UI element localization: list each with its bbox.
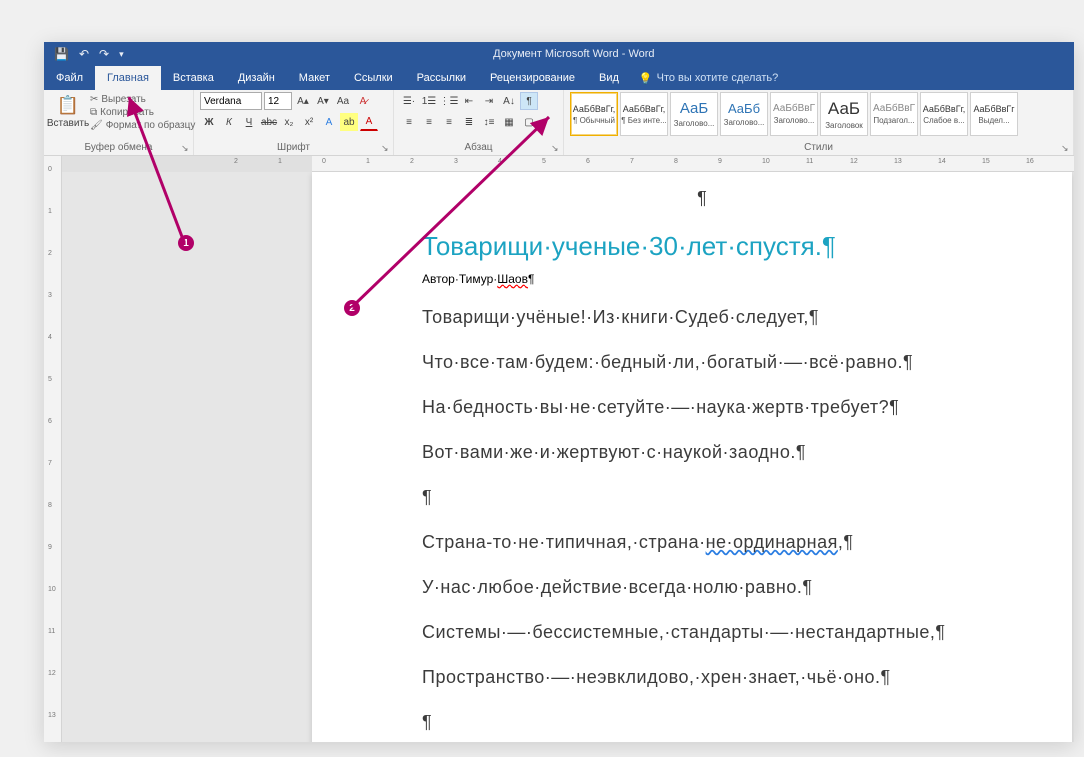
font-size-input[interactable] (264, 92, 292, 110)
align-center-button[interactable]: ≡ (420, 113, 438, 131)
justify-button[interactable]: ≣ (460, 113, 478, 131)
doc-author[interactable]: Автор·Тимур·Шаов¶ (422, 272, 1032, 287)
tab-review[interactable]: Рецензирование (478, 66, 587, 90)
doc-line[interactable]: Пространство·—·неэвклидово,·хрен·знает,·… (422, 667, 1032, 688)
tell-me[interactable]: 💡 Что вы хотите сделать? (631, 66, 786, 90)
bold-button[interactable]: Ж (200, 113, 218, 131)
style-item[interactable]: АаБбВвГЗаголово... (770, 92, 818, 136)
style-item[interactable]: АаБбЗаголово... (720, 92, 768, 136)
style-item[interactable]: АаБбВвГг,¶ Обычный (570, 92, 618, 136)
group-clipboard: 📋 Вставить ✂Вырезать ⧉Копировать 🖌Формат… (44, 90, 194, 155)
annotation-1: 1 (178, 235, 194, 251)
underline-button[interactable]: Ч (240, 113, 258, 131)
font-launcher-icon[interactable]: ↘ (381, 143, 391, 153)
text-effects-button[interactable]: A (320, 113, 338, 131)
copy-button[interactable]: ⧉Копировать (90, 107, 195, 118)
bullets-button[interactable]: ☰· (400, 92, 418, 110)
annotation-2: 2 (344, 300, 360, 316)
vertical-ruler: 01234567891011121314 (44, 156, 62, 742)
tab-layout[interactable]: Макет (287, 66, 342, 90)
align-left-button[interactable]: ≡ (400, 113, 418, 131)
clear-formatting-button[interactable]: A̷ (354, 92, 372, 110)
doc-heading[interactable]: Товарищи·ученые·30·лет·спустя.¶ (422, 231, 1032, 262)
style-item[interactable]: АаБбВвГгВыдел... (970, 92, 1018, 136)
line-spacing-button[interactable]: ↕≡ (480, 113, 498, 131)
style-item[interactable]: АаБбВвГг,¶ Без инте... (620, 92, 668, 136)
copy-icon: ⧉ (90, 107, 97, 118)
doc-line[interactable]: У·нас·любое·действие·всегда·нолю·равно.¶ (422, 577, 1032, 598)
work-area: 01234567891011121314 2101234567891011121… (44, 156, 1074, 742)
tab-home[interactable]: Главная (95, 66, 161, 90)
numbering-button[interactable]: 1☰ (420, 92, 438, 110)
tab-references[interactable]: Ссылки (342, 66, 405, 90)
undo-icon[interactable]: ↶ (79, 47, 89, 61)
brush-icon: 🖌 (90, 120, 103, 131)
group-font: A▴ A▾ Aa A̷ Ж К Ч abc x₂ x² A ab A Шрифт (194, 90, 394, 155)
doc-line[interactable]: На·бедность·вы·не·сетуйте·—·наука·жертв·… (422, 397, 1032, 418)
horizontal-ruler: 21012345678910111213141516 (62, 156, 1074, 172)
ribbon: 📋 Вставить ✂Вырезать ⧉Копировать 🖌Формат… (44, 90, 1074, 156)
change-case-button[interactable]: Aa (334, 92, 352, 110)
group-paragraph: ☰· 1☰ ⋮☰ ⇤ ⇥ A↓ ¶ ≡ ≡ ≡ ≣ ↕≡ ▦ ▢ (394, 90, 564, 155)
multilevel-button[interactable]: ⋮☰ (440, 92, 458, 110)
subscript-button[interactable]: x₂ (280, 113, 298, 131)
tab-insert[interactable]: Вставка (161, 66, 226, 90)
tab-mailings[interactable]: Рассылки (405, 66, 478, 90)
lightbulb-icon: 💡 (639, 72, 653, 85)
paragraph-launcher-icon[interactable]: ↘ (551, 143, 561, 153)
shrink-font-button[interactable]: A▾ (314, 92, 332, 110)
doc-line[interactable]: ¶ (422, 712, 1032, 733)
document-canvas[interactable]: ¶ Товарищи·ученые·30·лет·спустя.¶ Автор·… (62, 172, 1074, 742)
tab-design[interactable]: Дизайн (226, 66, 287, 90)
doc-line[interactable]: Страна-то·не·типичная,·страна·не·ординар… (422, 532, 1032, 553)
qat-more-icon[interactable]: ▾ (119, 49, 124, 60)
ribbon-tabs: Файл Главная Вставка Дизайн Макет Ссылки… (44, 66, 1074, 90)
strike-button[interactable]: abc (260, 113, 278, 131)
window-title: Документ Microsoft Word - Word (134, 48, 1014, 60)
styles-launcher-icon[interactable]: ↘ (1061, 143, 1071, 153)
group-styles: АаБбВвГг,¶ ОбычныйАаБбВвГг,¶ Без инте...… (564, 90, 1074, 155)
font-color-button[interactable]: A (360, 113, 378, 131)
doc-line[interactable]: ¶ (422, 487, 1032, 508)
clipboard-icon: 📋 (57, 95, 79, 116)
doc-line[interactable]: Что·все·там·будем:·бедный·ли,·богатый·—·… (422, 352, 1032, 373)
borders-button[interactable]: ▢ (520, 113, 538, 131)
font-name-input[interactable] (200, 92, 262, 110)
scissors-icon: ✂ (90, 94, 98, 105)
align-right-button[interactable]: ≡ (440, 113, 458, 131)
doc-line[interactable]: Системы·—·бессистемные,·стандарты·—·нест… (422, 622, 1032, 643)
decrease-indent-button[interactable]: ⇤ (460, 92, 478, 110)
paste-button[interactable]: 📋 Вставить (50, 92, 86, 129)
italic-button[interactable]: К (220, 113, 238, 131)
doc-line[interactable]: Вот·вами·же·и·жертвуют·с·наукой·заодно.¶ (422, 442, 1032, 463)
quick-access-toolbar: 💾 ↶ ↷ ▾ (44, 47, 134, 61)
style-item[interactable]: АаБбВвГПодзагол... (870, 92, 918, 136)
style-item[interactable]: АаБЗаголовок (820, 92, 868, 136)
cut-button[interactable]: ✂Вырезать (90, 94, 195, 105)
sort-button[interactable]: A↓ (500, 92, 518, 110)
show-pilcrow-button[interactable]: ¶ (520, 92, 538, 110)
grow-font-button[interactable]: A▴ (294, 92, 312, 110)
word-window: 💾 ↶ ↷ ▾ Документ Microsoft Word - Word Ф… (44, 42, 1074, 742)
superscript-button[interactable]: x² (300, 113, 318, 131)
save-icon[interactable]: 💾 (54, 47, 69, 61)
clipboard-launcher-icon[interactable]: ↘ (181, 143, 191, 153)
redo-icon[interactable]: ↷ (99, 47, 109, 61)
increase-indent-button[interactable]: ⇥ (480, 92, 498, 110)
shading-button[interactable]: ▦ (500, 113, 518, 131)
highlight-button[interactable]: ab (340, 113, 358, 131)
style-item[interactable]: АаБбВвГг,Слабое в... (920, 92, 968, 136)
title-bar: 💾 ↶ ↷ ▾ Документ Microsoft Word - Word (44, 42, 1074, 66)
tab-file[interactable]: Файл (44, 66, 95, 90)
tab-view[interactable]: Вид (587, 66, 631, 90)
doc-line[interactable]: Товарищи·учёные!·Из·книги·Судеб·следует,… (422, 307, 1032, 328)
page[interactable]: ¶ Товарищи·ученые·30·лет·спустя.¶ Автор·… (312, 172, 1072, 742)
paragraph-mark: ¶ (372, 188, 1032, 209)
format-painter-button[interactable]: 🖌Формат по образцу (90, 120, 195, 131)
style-item[interactable]: АаБЗаголово... (670, 92, 718, 136)
